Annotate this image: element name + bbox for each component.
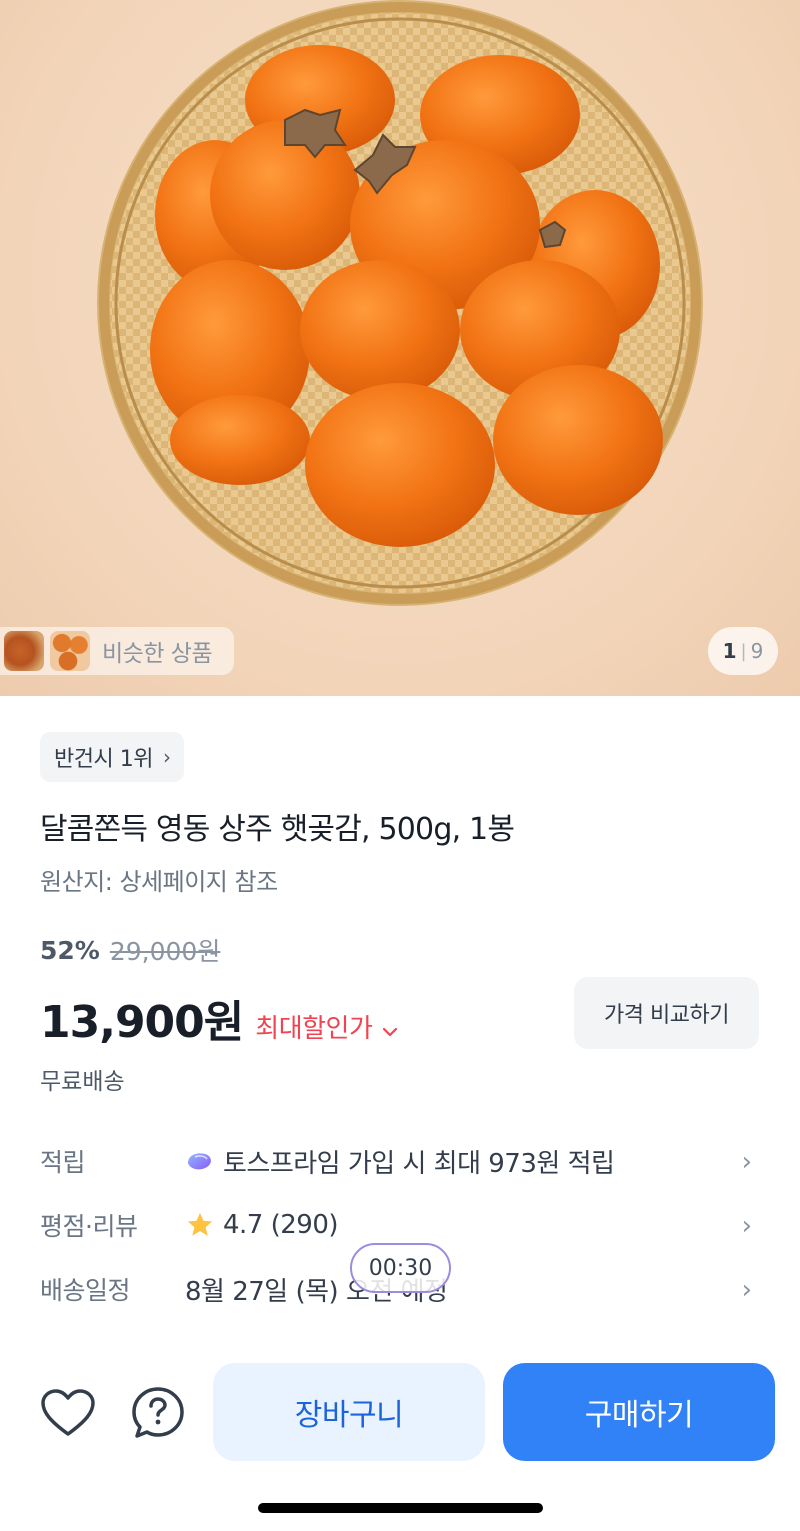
home-indicator bbox=[258, 1503, 543, 1513]
chevron-right-icon: › bbox=[741, 1211, 752, 1241]
toss-prime-icon bbox=[185, 1149, 215, 1173]
inquiry-button[interactable] bbox=[128, 1383, 188, 1443]
page-separator: | bbox=[740, 640, 747, 662]
buy-now-button[interactable]: 구매하기 bbox=[503, 1363, 775, 1461]
points-row[interactable]: 적립 토스프라임 가입 시 최대 973원 적립 › bbox=[40, 1136, 760, 1186]
star-icon bbox=[185, 1211, 215, 1239]
points-label: 적립 bbox=[40, 1148, 86, 1177]
add-to-cart-button[interactable]: 장바구니 bbox=[213, 1363, 485, 1461]
wishlist-button[interactable] bbox=[38, 1385, 98, 1441]
price-row: 13,900원 최대할인가 bbox=[40, 986, 398, 1050]
delivery-label: 배송일정 bbox=[40, 1276, 131, 1305]
rating-value: 4.7 (290) bbox=[223, 1210, 339, 1240]
shipping-info: 무료배송 bbox=[40, 1069, 125, 1095]
similar-product-thumbnail bbox=[4, 631, 44, 671]
similar-products-chip[interactable]: 비슷한 상품 bbox=[0, 627, 234, 675]
similar-products-label: 비슷한 상품 bbox=[102, 641, 213, 667]
max-discount-label: 최대할인가 bbox=[255, 1014, 373, 1044]
max-discount-toggle[interactable]: 최대할인가 bbox=[255, 1008, 398, 1045]
chevron-right-icon: › bbox=[741, 1147, 752, 1177]
product-photo bbox=[97, 0, 703, 606]
sale-price: 13,900원 bbox=[40, 997, 244, 1048]
product-origin: 원산지: 상세페이지 참조 bbox=[40, 868, 278, 896]
total-pages: 9 bbox=[750, 639, 764, 663]
chevron-right-icon: › bbox=[162, 745, 171, 769]
timer-overlay[interactable]: 00:30 bbox=[350, 1243, 451, 1293]
points-value: 토스프라임 가입 시 최대 973원 적립 bbox=[223, 1148, 615, 1179]
rating-label: 평점·리뷰 bbox=[40, 1212, 138, 1241]
discount-row: 52% 29,000원 bbox=[40, 932, 220, 968]
similar-product-thumbnail bbox=[50, 631, 90, 671]
chevron-down-icon bbox=[382, 1018, 398, 1042]
heart-icon bbox=[41, 1389, 95, 1436]
chevron-right-icon: › bbox=[741, 1275, 752, 1305]
price-compare-button[interactable]: 가격 비교하기 bbox=[574, 977, 759, 1049]
product-title: 달콤쫀득 영동 상주 햇곶감, 500g, 1봉 bbox=[40, 812, 515, 847]
question-icon bbox=[132, 1387, 184, 1438]
image-page-indicator: 1 | 9 bbox=[708, 627, 778, 675]
ranking-badge[interactable]: 반건시 1위 › bbox=[40, 732, 185, 782]
ranking-badge-label: 반건시 1위 bbox=[54, 747, 153, 772]
original-price: 29,000원 bbox=[109, 937, 221, 966]
product-image-gallery[interactable]: 비슷한 상품 1 | 9 bbox=[0, 0, 800, 696]
discount-rate: 52% bbox=[40, 935, 100, 965]
current-page: 1 bbox=[722, 639, 737, 663]
